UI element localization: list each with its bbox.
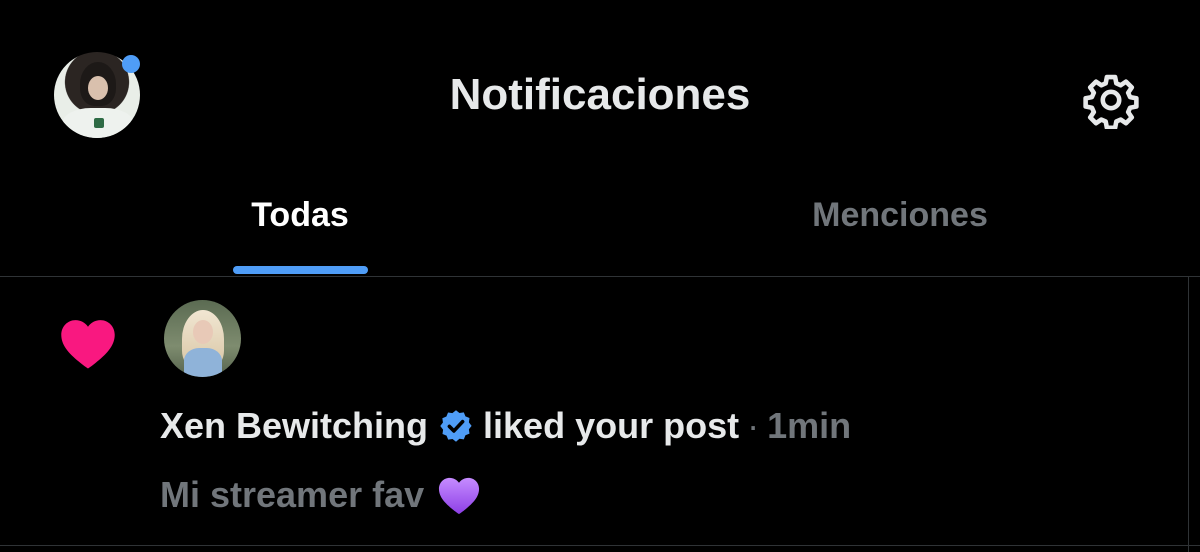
settings-button[interactable] (1080, 69, 1142, 131)
separator: · (747, 405, 760, 446)
user-avatar[interactable] (164, 300, 241, 377)
tab-todas[interactable]: Todas (0, 180, 600, 276)
divider (0, 545, 1200, 546)
top-bar: Notificaciones (0, 0, 1200, 190)
notification-text: Xen Bewitching liked your post · 1min (160, 405, 851, 447)
page-title: Notificaciones (449, 70, 751, 119)
column-border (1188, 277, 1189, 552)
active-tab-indicator (233, 266, 368, 274)
gear-icon (1083, 74, 1139, 129)
tab-label: Menciones (812, 196, 988, 234)
verified-badge-icon (440, 410, 472, 442)
post-text: Mi streamer fav (160, 474, 425, 515)
notifications-screen: Notificaciones Todas Menciones Xen Bewit… (0, 0, 1200, 552)
tab-menciones[interactable]: Menciones (600, 180, 1200, 276)
notification-tabs: Todas Menciones (0, 180, 1200, 276)
notification-action: liked your post (483, 405, 740, 446)
notification-item[interactable]: Xen Bewitching liked your post · 1min Mi… (0, 277, 1200, 552)
heart-icon (61, 320, 115, 369)
post-preview[interactable]: Mi streamer fav (160, 474, 482, 516)
purple-heart-icon (439, 477, 480, 515)
user-name[interactable]: Xen Bewitching (160, 405, 428, 447)
tab-label: Todas (251, 196, 349, 234)
timestamp: 1min (767, 405, 852, 446)
